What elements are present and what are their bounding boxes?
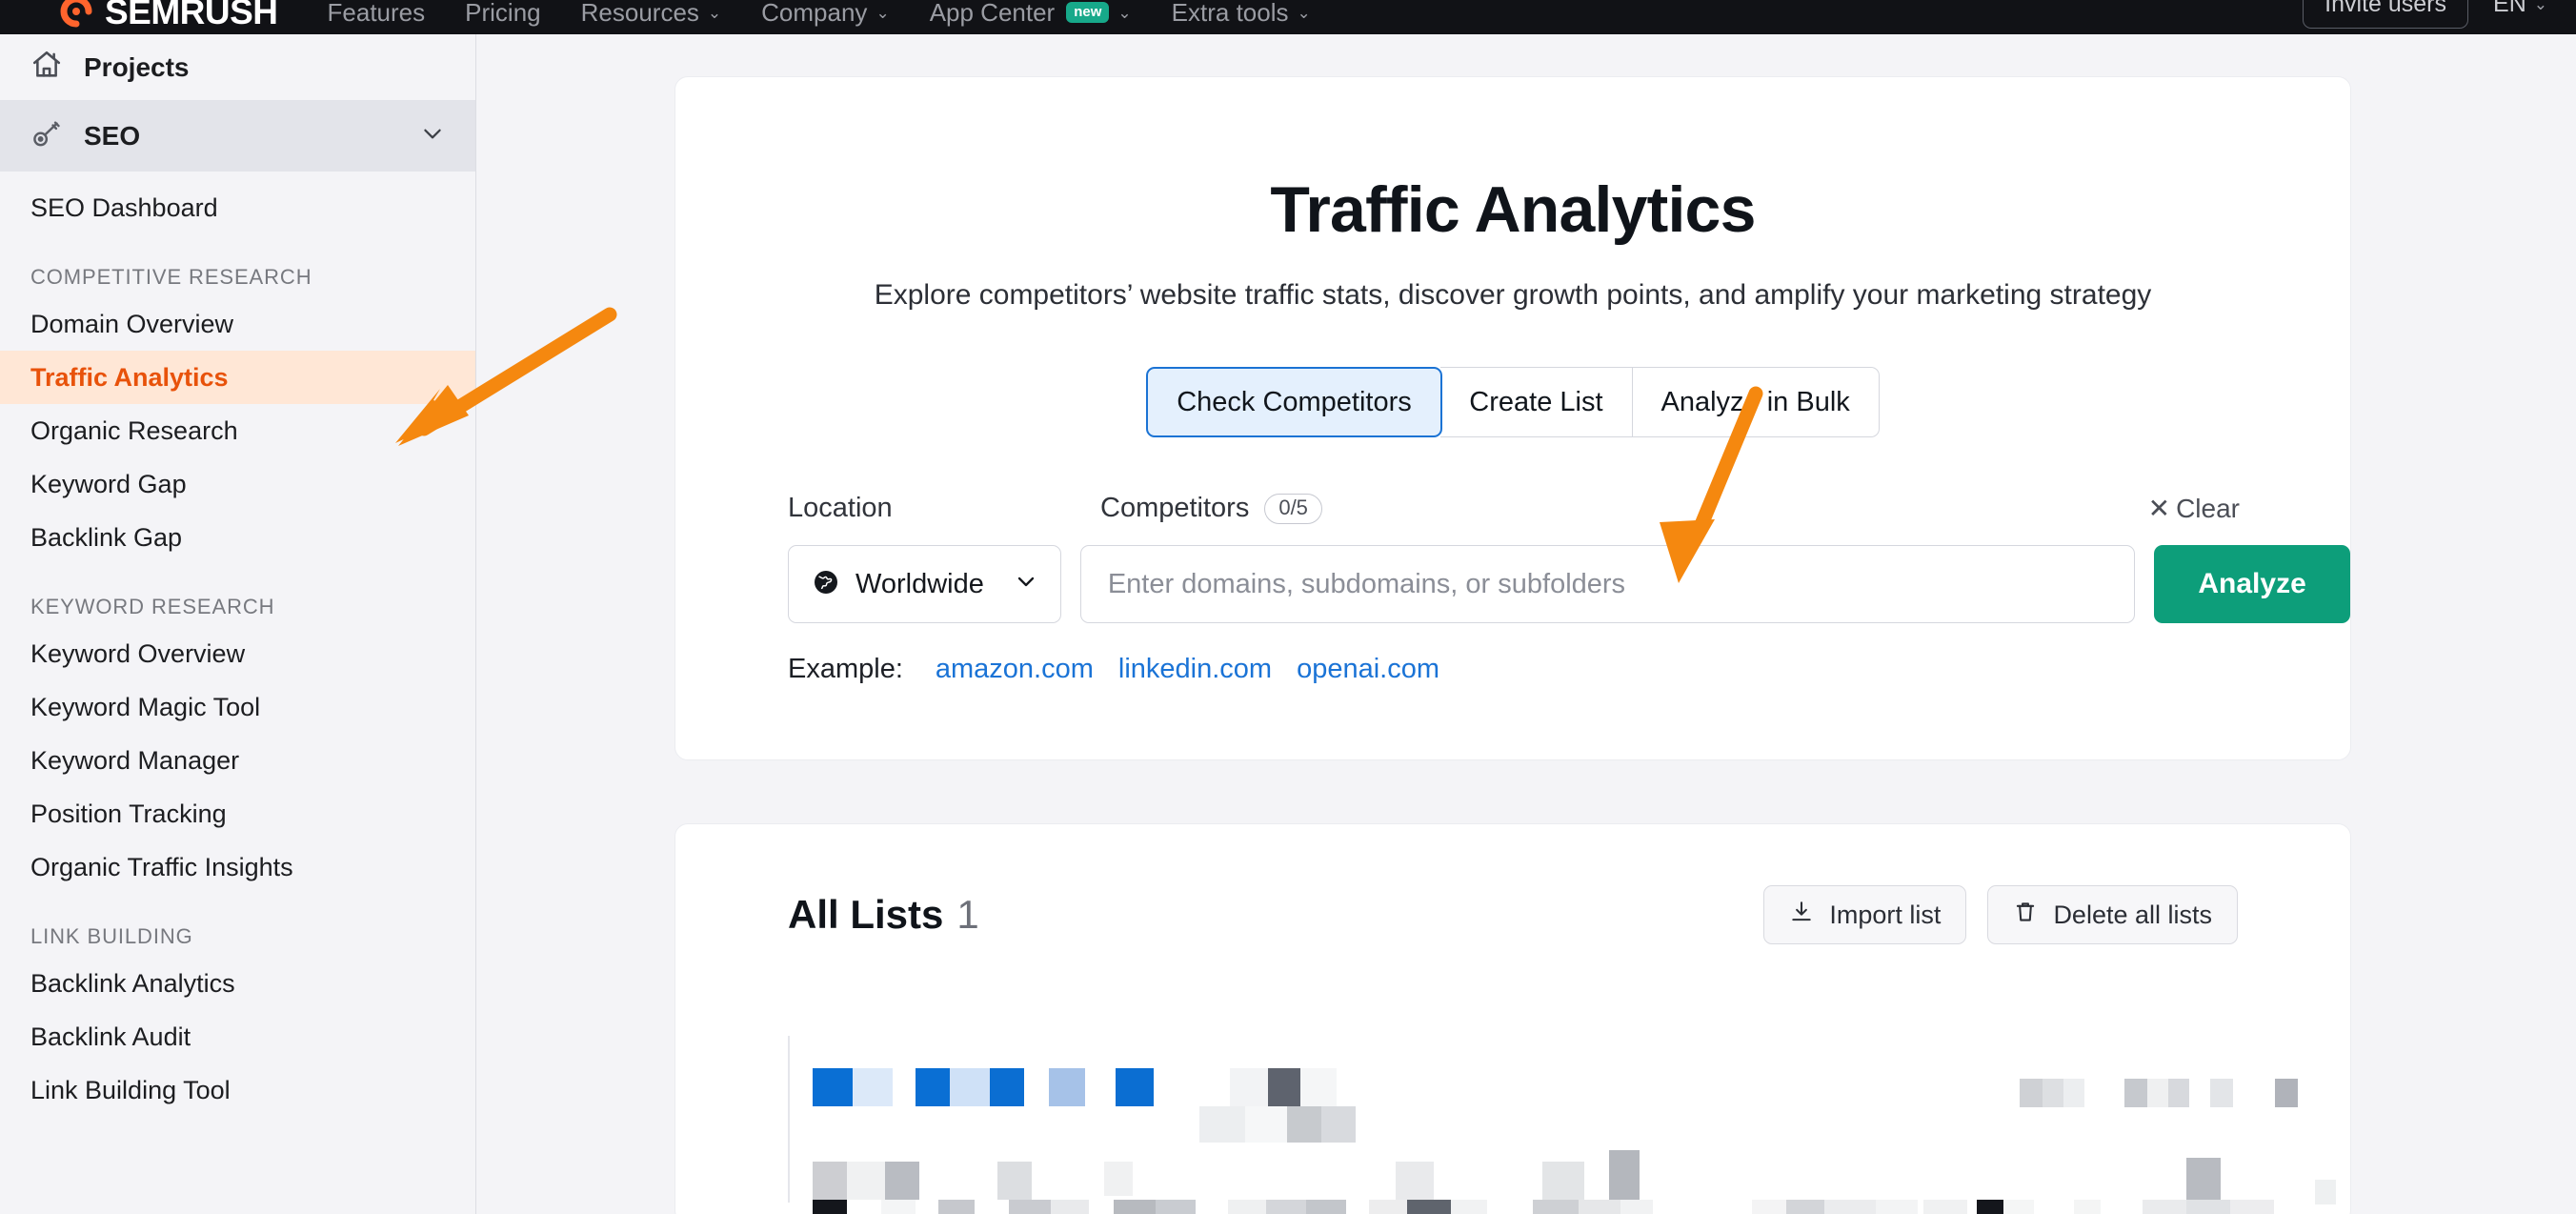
competitors-count-badge: 0/5 <box>1264 493 1322 524</box>
nav-item-company[interactable]: Company ⌄ <box>761 0 890 25</box>
semrush-logo[interactable]: SEMRUSH <box>57 0 278 30</box>
sidebar-item-keyword-magic-tool[interactable]: Keyword Magic Tool <box>0 680 475 734</box>
all-lists-card: All Lists 1 Import list Delete all lists <box>674 823 2351 1214</box>
sidebar-item-domain-overview[interactable]: Domain Overview <box>0 297 475 351</box>
example-link-linkedin[interactable]: linkedin.com <box>1118 654 1272 685</box>
sidebar-item-keyword-gap[interactable]: Keyword Gap <box>0 457 475 511</box>
all-lists-actions: Import list Delete all lists <box>1763 885 2238 944</box>
tab-analyze-in-bulk[interactable]: Analyze in Bulk <box>1632 367 1880 437</box>
brand-name: SEMRUSH <box>105 0 278 31</box>
competitors-label-group: Competitors 0/5 <box>1100 493 1322 524</box>
nav-item-label: Company <box>761 0 868 27</box>
mode-tabs: Check Competitors Create List Analyze in… <box>675 367 2350 437</box>
sidebar-item-seo-dashboard[interactable]: SEO Dashboard <box>0 181 475 234</box>
chevron-down-icon <box>1015 570 1037 598</box>
sidebar-group-keyword-research: KEYWORD RESEARCH <box>30 595 275 618</box>
tab-create-list[interactable]: Create List <box>1440 367 1633 437</box>
example-row: Example: amazon.com linkedin.com openai.… <box>788 654 2350 685</box>
clear-button[interactable]: ✕ Clear <box>2148 493 2240 524</box>
top-nav-items: Features Pricing Resources ⌄ Company ⌄ A… <box>328 0 1311 25</box>
traffic-analytics-search-card: Traffic Analytics Explore competitors’ w… <box>674 76 2351 760</box>
semrush-mark-icon <box>57 0 95 30</box>
sidebar-group-competitive-research: COMPETITIVE RESEARCH <box>30 265 312 289</box>
globe-icon <box>812 568 840 601</box>
example-link-openai[interactable]: openai.com <box>1297 654 1439 685</box>
analyze-button[interactable]: Analyze <box>2154 545 2350 623</box>
nav-item-label: Pricing <box>465 0 541 27</box>
form-labels-row: Location Competitors 0/5 ✕ Clear <box>788 493 2240 524</box>
all-lists-count: 1 <box>956 892 979 937</box>
sidebar-item-projects[interactable]: Projects <box>0 34 475 101</box>
sidebar-item-position-tracking[interactable]: Position Tracking <box>0 787 475 840</box>
sidebar-item-link-building-tool[interactable]: Link Building Tool <box>0 1063 475 1117</box>
sidebar-group-link-building: LINK BUILDING <box>30 924 193 948</box>
home-icon <box>30 49 63 86</box>
tab-check-competitors[interactable]: Check Competitors <box>1146 367 1442 437</box>
language-label: EN <box>2493 0 2526 17</box>
key-icon <box>30 118 63 155</box>
close-icon: ✕ <box>2147 494 2171 523</box>
sidebar-item-backlink-audit[interactable]: Backlink Audit <box>0 1010 475 1063</box>
competitors-label: Competitors <box>1100 493 1250 523</box>
domain-search-input[interactable] <box>1079 545 2136 623</box>
sidebar-item-organic-traffic-insights[interactable]: Organic Traffic Insights <box>0 840 475 894</box>
chevron-down-icon: ⌄ <box>707 3 722 22</box>
example-label: Example: <box>788 654 903 684</box>
chevron-down-icon: ⌄ <box>875 3 890 22</box>
search-form-row: Worldwide Analyze <box>788 545 2350 623</box>
main-content: Traffic Analytics Explore competitors’ w… <box>476 34 2576 1214</box>
location-label: Location <box>788 493 893 523</box>
location-value: Worldwide <box>855 568 984 599</box>
example-link-amazon[interactable]: amazon.com <box>936 654 1094 685</box>
sidebar-item-backlink-analytics[interactable]: Backlink Analytics <box>0 957 475 1010</box>
sidebar-item-keyword-overview[interactable]: Keyword Overview <box>0 627 475 680</box>
redacted-list-row[interactable] <box>788 1036 2274 1214</box>
nav-item-label: App Center <box>929 0 1056 27</box>
nav-item-features[interactable]: Features <box>328 0 426 25</box>
page-title: Traffic Analytics <box>1270 173 1756 246</box>
language-selector[interactable]: EN ⌄ <box>2493 0 2547 18</box>
invite-users-button[interactable]: Invite users <box>2303 0 2469 29</box>
nav-item-pricing[interactable]: Pricing <box>465 0 540 25</box>
sidebar-item-seo[interactable]: SEO <box>0 101 475 172</box>
nav-item-label: Resources <box>580 0 699 27</box>
sidebar-item-label: Projects <box>84 51 190 82</box>
sidebar-item-keyword-manager[interactable]: Keyword Manager <box>0 734 475 787</box>
top-navigation-bar: SEMRUSH Features Pricing Resources ⌄ Com… <box>0 0 2576 34</box>
chevron-down-icon: ⌄ <box>2533 0 2547 13</box>
import-list-label: Import list <box>1829 900 1942 929</box>
sidebar-item-organic-research[interactable]: Organic Research <box>0 404 475 457</box>
page-subtitle: Explore competitors’ website traffic sta… <box>874 279 2152 311</box>
nav-item-app-center[interactable]: App Center new ⌄ <box>930 0 1132 25</box>
sidebar-item-traffic-analytics[interactable]: Traffic Analytics <box>0 351 475 404</box>
top-nav-right: Invite users EN ⌄ <box>2303 0 2547 29</box>
import-list-button[interactable]: Import list <box>1763 885 1967 944</box>
all-lists-title: All Lists <box>788 892 944 937</box>
chevron-down-icon: ⌄ <box>1297 3 1311 22</box>
location-dropdown[interactable]: Worldwide <box>788 545 1061 623</box>
sidebar-item-label: SEO <box>84 121 141 151</box>
clear-label: Clear <box>2176 493 2240 523</box>
nav-item-label: Extra tools <box>1171 0 1289 27</box>
delete-all-lists-button[interactable]: Delete all lists <box>1987 885 2238 944</box>
download-icon <box>1789 900 1814 931</box>
nav-item-resources[interactable]: Resources ⌄ <box>581 0 722 25</box>
nav-item-label: Features <box>327 0 426 27</box>
chevron-down-icon: ⌄ <box>1117 3 1132 22</box>
sidebar-item-backlink-gap[interactable]: Backlink Gap <box>0 511 475 564</box>
nav-item-extra-tools[interactable]: Extra tools ⌄ <box>1172 0 1311 25</box>
all-lists-header: All Lists 1 Import list Delete all lists <box>788 885 2238 944</box>
delete-all-lists-label: Delete all lists <box>2053 900 2212 929</box>
trash-icon <box>2013 900 2038 931</box>
sidebar: Projects SEO SEO Dashboard COMPETITIVE R… <box>0 34 476 1214</box>
new-badge: new <box>1066 2 1110 23</box>
chevron-down-icon[interactable] <box>420 121 445 152</box>
